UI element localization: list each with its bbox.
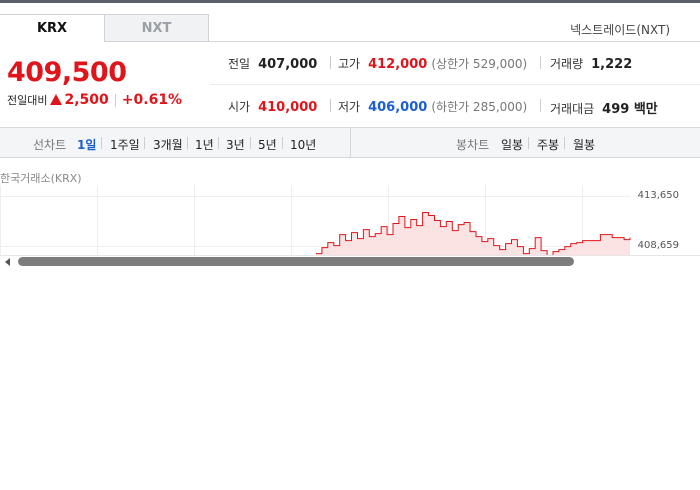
nxt-link[interactable]: 넥스트레이드(NXT): [570, 21, 670, 38]
divider: [540, 56, 541, 69]
divider: [350, 127, 351, 158]
change-value: 2,500: [64, 92, 109, 108]
period-1y[interactable]: 1년: [195, 136, 214, 153]
stat-high: 고가 412,000 (상한가 529,000): [338, 55, 527, 72]
divider: [528, 137, 529, 149]
scroll-thumb[interactable]: [18, 257, 574, 266]
change-rate: +0.61%: [121, 92, 183, 108]
y-tick-label: 413,650: [637, 190, 679, 201]
divider: [187, 137, 188, 149]
price-chart: [0, 185, 631, 255]
divider: [330, 99, 331, 112]
upper-limit: (상한가 529,000): [431, 57, 528, 71]
stat-volume: 거래량 1,222: [550, 55, 632, 72]
candle-chart-label: 봉차트: [456, 138, 490, 152]
stat-low: 저가 406,000 (하한가 285,000): [338, 98, 527, 115]
stat-label: 거래량: [550, 57, 584, 71]
change-label: 전일대비: [7, 94, 48, 107]
divider: [250, 137, 251, 149]
divider: [144, 137, 145, 149]
scroll-left-arrow-icon[interactable]: [5, 258, 10, 266]
divider: [114, 93, 116, 107]
stat-label: 저가: [338, 100, 361, 114]
line-chart-label: 선차트: [33, 138, 67, 152]
stat-prev-close: 전일 407,000: [228, 55, 317, 72]
divider: [210, 84, 700, 85]
y-tick-label: 408,659: [637, 240, 679, 251]
stat-amount: 거래대금 499 백만: [550, 98, 658, 117]
current-price: 409,500: [7, 57, 127, 88]
price-change: 전일대비 2,500 +0.61%: [7, 92, 182, 108]
stat-value: 412,000: [368, 57, 428, 72]
stat-value: 407,000: [258, 57, 318, 72]
divider: [564, 137, 565, 149]
tab-nxt[interactable]: NXT: [104, 14, 209, 42]
tab-underline: [209, 41, 700, 42]
stat-value: 1,222: [591, 57, 633, 72]
period-5y[interactable]: 5년: [258, 136, 277, 153]
stat-label: 전일: [228, 57, 251, 71]
candle-monthly[interactable]: 월봉: [573, 136, 595, 153]
stat-value: 406,000: [368, 100, 428, 115]
stat-label: 거래대금: [550, 102, 595, 116]
candle-weekly[interactable]: 주봉: [537, 136, 559, 153]
candle-daily[interactable]: 일봉: [501, 136, 523, 153]
stat-label: 고가: [338, 57, 361, 71]
period-10y[interactable]: 10년: [290, 136, 316, 153]
divider: [282, 137, 283, 149]
period-3m[interactable]: 3개월: [153, 136, 183, 153]
stat-label: 시가: [228, 100, 251, 114]
period-1w[interactable]: 1주일: [110, 136, 140, 153]
up-triangle-icon: [50, 94, 63, 105]
tab-krx[interactable]: KRX: [0, 14, 105, 42]
exchange-label: 한국거래소(KRX): [0, 172, 82, 185]
divider: [330, 56, 331, 69]
divider: [101, 137, 102, 149]
divider: [218, 137, 219, 149]
period-3y[interactable]: 3년: [226, 136, 245, 153]
period-1d[interactable]: 1일: [77, 136, 96, 153]
top-rule: [0, 0, 700, 3]
lower-limit: (하한가 285,000): [431, 100, 528, 114]
divider: [540, 99, 541, 112]
stat-value: 410,000: [258, 100, 318, 115]
stat-value: 499 백만: [602, 102, 658, 117]
stat-open: 시가 410,000: [228, 98, 317, 115]
